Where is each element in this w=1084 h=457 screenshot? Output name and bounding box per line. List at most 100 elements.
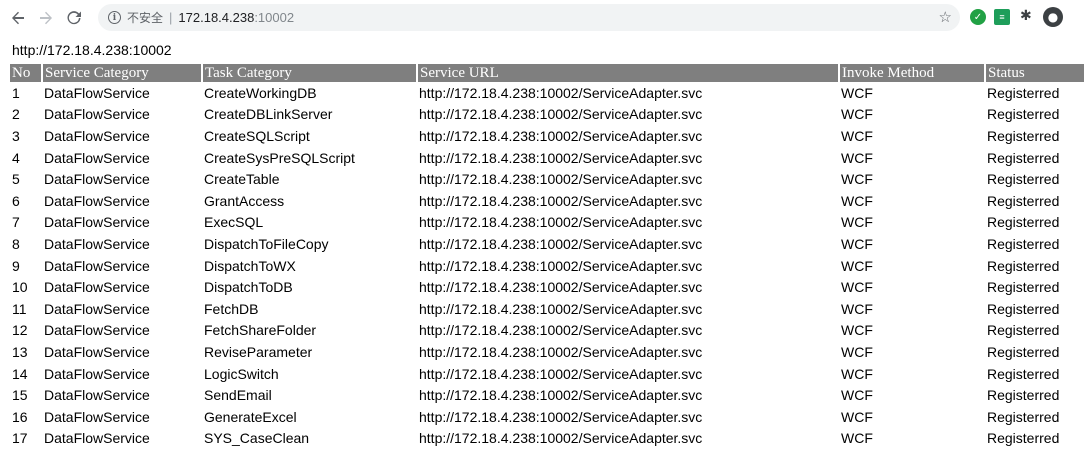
service-url-cell: http://172.18.4.238:10002/ServiceAdapter… — [419, 127, 703, 144]
invoke-method-cell: WCF — [841, 235, 873, 252]
status-cell: Registerred — [987, 300, 1060, 317]
table-header-row: No Service Category Task Category Service U… — [10, 64, 1084, 82]
service-category-cell: DataFlowService — [44, 430, 150, 447]
col-task-category-header: Task Category — [202, 64, 418, 82]
service-url-cell: http://172.18.4.238:10002/ServiceAdapter… — [419, 257, 703, 274]
table-row: 13 DataFlowService ReviseParameter http://1… — [10, 341, 1084, 363]
row-number: 10 — [12, 279, 28, 296]
task-category-cell: CreateSQLScript — [204, 127, 310, 144]
status-cell: Registerred — [987, 84, 1060, 101]
row-number: 14 — [12, 365, 28, 382]
task-category-cell: CreateTable — [204, 171, 280, 188]
row-number: 12 — [12, 322, 28, 339]
invoke-method-cell: WCF — [841, 214, 873, 231]
service-category-cell: DataFlowService — [44, 235, 150, 252]
status-cell: Registerred — [987, 214, 1060, 231]
service-url-cell: http://172.18.4.238:10002/ServiceAdapter… — [419, 106, 703, 123]
invoke-method-cell: WCF — [841, 257, 873, 274]
table-row: 7 DataFlowService ExecSQL http://172.18.4.2… — [10, 212, 1084, 234]
task-category-cell: FetchDB — [204, 300, 259, 317]
status-cell: Registerred — [987, 343, 1060, 360]
green-doc-extension-icon[interactable]: ≡ — [994, 9, 1010, 25]
table-row: 2 DataFlowService CreateDBLinkServer http:/… — [10, 104, 1084, 126]
table-row: 17 DataFlowService SYS_CaseClean http://172… — [10, 428, 1084, 450]
row-number: 9 — [12, 257, 20, 274]
table-row: 11 DataFlowService FetchDB http://172.18.4.… — [10, 298, 1084, 320]
invoke-method-cell: WCF — [841, 408, 873, 425]
invoke-method-cell: WCF — [841, 106, 873, 123]
service-category-cell: DataFlowService — [44, 300, 150, 317]
task-category-cell: DispatchToFileCopy — [204, 235, 329, 252]
service-category-cell: DataFlowService — [44, 279, 150, 296]
status-cell: Registerred — [987, 171, 1060, 188]
service-table: No Service Category Task Category Service U… — [10, 64, 1084, 449]
service-category-cell: DataFlowService — [44, 84, 150, 101]
puzzle-icon[interactable]: ✱ — [1020, 8, 1036, 24]
service-url-cell: http://172.18.4.238:10002/ServiceAdapter… — [419, 149, 703, 166]
task-category-cell: CreateWorkingDB — [204, 84, 317, 101]
table-row: 16 DataFlowService GenerateExcel http://172… — [10, 406, 1084, 428]
status-cell: Registerred — [987, 365, 1060, 382]
omnibox-separator: | — [169, 10, 173, 25]
security-label: 不安全 — [127, 11, 164, 25]
invoke-method-cell: WCF — [841, 430, 873, 447]
table-row: 14 DataFlowService LogicSwitch http://172.1… — [10, 363, 1084, 385]
service-url-cell: http://172.18.4.238:10002/ServiceAdapter… — [419, 387, 703, 404]
row-number: 16 — [12, 408, 28, 425]
invoke-method-cell: WCF — [841, 171, 873, 188]
service-url-cell: http://172.18.4.238:10002/ServiceAdapter… — [419, 343, 703, 360]
service-category-cell: DataFlowService — [44, 106, 150, 123]
service-category-cell: DataFlowService — [44, 257, 150, 274]
service-category-cell: DataFlowService — [44, 387, 150, 404]
table-row: 4 DataFlowService CreateSysPreSQLScript htt… — [10, 147, 1084, 169]
status-cell: Registerred — [987, 408, 1060, 425]
service-category-cell: DataFlowService — [44, 171, 150, 188]
table-row: 9 DataFlowService DispatchToWX http://172.1… — [10, 255, 1084, 277]
row-number: 2 — [12, 106, 20, 123]
invoke-method-cell: WCF — [841, 84, 873, 101]
forward-arrow-icon[interactable] — [34, 6, 58, 30]
info-icon[interactable]: i — [108, 11, 121, 24]
green-shield-extension-icon[interactable]: ✓ — [970, 9, 986, 25]
table-row: 15 DataFlowService SendEmail http://172.18.… — [10, 384, 1084, 406]
status-cell: Registerred — [987, 106, 1060, 123]
url-host: 172.18.4.238 — [178, 10, 255, 25]
browser-toolbar: i 不安全 | 172.18.4.238:10002 ☆ ✓ ≡ ✱ ● — [0, 0, 1084, 35]
row-number: 15 — [12, 387, 28, 404]
table-row: 3 DataFlowService CreateSQLScript http://17… — [10, 125, 1084, 147]
table-row: 8 DataFlowService DispatchToFileCopy http:/… — [10, 233, 1084, 255]
row-number: 11 — [12, 300, 27, 317]
service-url-cell: http://172.18.4.238:10002/ServiceAdapter… — [419, 235, 703, 252]
service-url-cell: http://172.18.4.238:10002/ServiceAdapter… — [419, 84, 703, 101]
row-number: 17 — [12, 430, 28, 447]
col-invoke-method-header: Invoke Method — [839, 64, 986, 82]
row-number: 7 — [12, 214, 20, 231]
star-icon[interactable]: ☆ — [939, 8, 952, 26]
service-url-cell: http://172.18.4.238:10002/ServiceAdapter… — [419, 430, 703, 447]
status-cell: Registerred — [987, 257, 1060, 274]
row-number: 4 — [12, 149, 20, 166]
service-category-cell: DataFlowService — [44, 214, 150, 231]
address-bar[interactable]: i 不安全 | 172.18.4.238:10002 ☆ — [98, 4, 960, 31]
page-url-heading: http://172.18.4.238:10002 — [12, 42, 172, 58]
table-body: 1 DataFlowService CreateWorkingDB http://17… — [10, 82, 1084, 449]
service-url-cell: http://172.18.4.238:10002/ServiceAdapter… — [419, 171, 703, 188]
service-url-cell: http://172.18.4.238:10002/ServiceAdapter… — [419, 214, 703, 231]
task-category-cell: DispatchToDB — [204, 279, 293, 296]
service-category-cell: DataFlowService — [44, 343, 150, 360]
account-icon[interactable]: ● — [1043, 7, 1063, 27]
service-url-cell: http://172.18.4.238:10002/ServiceAdapter… — [419, 365, 703, 382]
task-category-cell: SendEmail — [204, 387, 272, 404]
back-arrow-icon[interactable] — [6, 6, 30, 30]
row-number: 5 — [12, 171, 20, 188]
service-url-cell: http://172.18.4.238:10002/ServiceAdapter… — [419, 279, 703, 296]
task-category-cell: FetchShareFolder — [204, 322, 317, 339]
status-cell: Registerred — [987, 192, 1060, 209]
service-url-cell: http://172.18.4.238:10002/ServiceAdapter… — [419, 300, 703, 317]
service-category-cell: DataFlowService — [44, 192, 150, 209]
row-number: 8 — [12, 235, 20, 252]
col-status-header: Status — [985, 64, 1084, 82]
invoke-method-cell: WCF — [841, 149, 873, 166]
task-category-cell: GenerateExcel — [204, 408, 297, 425]
reload-icon[interactable] — [62, 6, 86, 30]
